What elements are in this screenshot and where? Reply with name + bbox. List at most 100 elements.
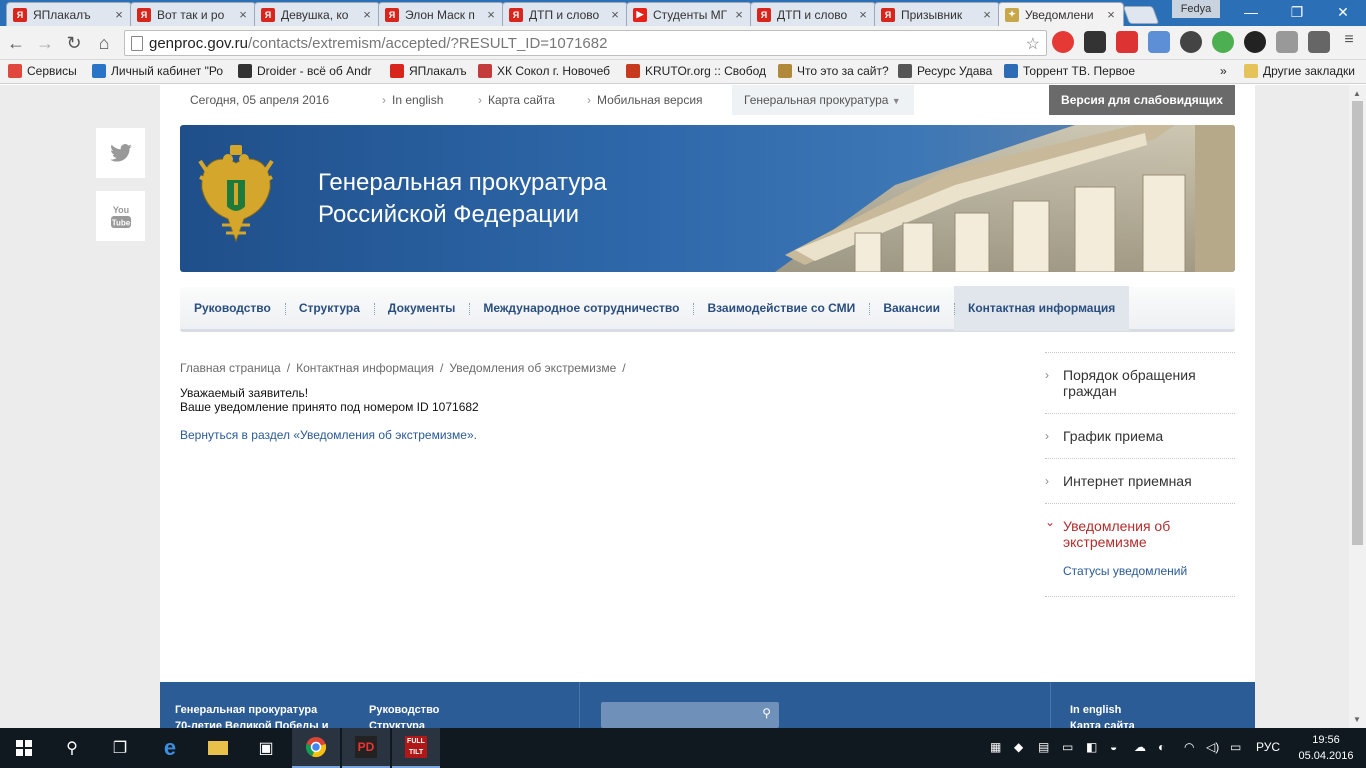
- close-icon[interactable]: ×: [237, 7, 249, 22]
- nav-item-contacts[interactable]: Контактная информация: [954, 285, 1130, 331]
- task-view-icon[interactable]: ❐: [96, 728, 144, 768]
- bookmark-item[interactable]: ХК Сокол г. Новочеб: [478, 64, 610, 78]
- bookmark-item[interactable]: Ресурс Удава: [898, 64, 992, 78]
- browser-tab[interactable]: Я Вот так и ро ×: [130, 2, 256, 26]
- volume-icon[interactable]: ◁): [1206, 740, 1219, 754]
- close-icon[interactable]: ×: [1105, 7, 1117, 22]
- nav-item-international[interactable]: Международное сотрудничество: [469, 286, 693, 331]
- close-icon[interactable]: ×: [733, 7, 745, 22]
- minimize-icon[interactable]: —: [1228, 0, 1274, 24]
- nav-item-media[interactable]: Взаимодействие со СМИ: [693, 286, 869, 331]
- side-item-appeal-order[interactable]: Порядок обращения граждан: [1045, 352, 1235, 413]
- side-subitem-statuses[interactable]: Статусы уведомлений: [1045, 564, 1235, 596]
- tray-app-icon[interactable]: ◒: [1110, 740, 1117, 754]
- browser-tab[interactable]: ▶ Студенты МГ ×: [626, 2, 752, 26]
- forward-icon[interactable]: →: [33, 31, 57, 55]
- sync-icon[interactable]: [1180, 31, 1202, 53]
- browser-tab[interactable]: Я ДТП и слово ×: [750, 2, 876, 26]
- mail-icon[interactable]: [1116, 31, 1138, 53]
- loop-icon[interactable]: [1244, 31, 1266, 53]
- browser-tab[interactable]: Я Призывник ×: [874, 2, 1000, 26]
- footer-link[interactable]: 70-летие Великой Победы и: [175, 718, 328, 728]
- tray-app-icon[interactable]: ▤: [1038, 740, 1049, 754]
- youtube-icon[interactable]: You Tube: [96, 191, 145, 241]
- bookmark-item[interactable]: Сервисы: [8, 64, 77, 78]
- close-icon[interactable]: ×: [857, 7, 869, 22]
- side-item-internet-reception[interactable]: Интернет приемная: [1045, 458, 1235, 503]
- wifi-icon[interactable]: ◠: [1184, 740, 1194, 754]
- browser-tab[interactable]: Я Девушка, ко ×: [254, 2, 380, 26]
- star-icon[interactable]: ☆: [1026, 34, 1040, 54]
- play-icon[interactable]: [1212, 31, 1234, 53]
- windows-start-icon[interactable]: [0, 728, 48, 768]
- accessible-version-button[interactable]: Версия для слабовидящих: [1049, 85, 1235, 115]
- close-icon[interactable]: ×: [981, 7, 993, 22]
- side-item-reception-schedule[interactable]: График приема: [1045, 413, 1235, 458]
- breadcrumb-home[interactable]: Главная страница: [180, 361, 281, 375]
- language-indicator[interactable]: РУС: [1256, 740, 1280, 754]
- footer-link[interactable]: Руководство: [369, 702, 439, 718]
- bookmark-item[interactable]: Торрент ТВ. Первое: [1004, 64, 1135, 78]
- store-icon[interactable]: ▣: [242, 728, 290, 768]
- search-icon[interactable]: ⚲: [48, 728, 96, 768]
- close-icon[interactable]: ×: [609, 7, 621, 22]
- cloud-icon[interactable]: ☁: [1134, 740, 1146, 754]
- notifications-icon[interactable]: ▭: [1230, 740, 1241, 754]
- twitter-icon[interactable]: [96, 128, 145, 178]
- mobile-version-link[interactable]: Мобильная версия: [587, 93, 703, 107]
- scrollbar-thumb[interactable]: [1352, 101, 1363, 545]
- close-icon[interactable]: ×: [113, 7, 125, 22]
- app-pd-icon[interactable]: PD: [342, 728, 390, 768]
- nav-item-structure[interactable]: Структура: [284, 286, 374, 331]
- other-bookmarks[interactable]: Другие закладки: [1244, 64, 1355, 78]
- file-explorer-icon[interactable]: [194, 728, 242, 768]
- opera-icon[interactable]: [1052, 31, 1074, 53]
- bookmark-item[interactable]: Личный кабинет "Ро: [92, 64, 223, 78]
- breadcrumb-extremism[interactable]: Уведомления об экстремизме: [449, 361, 616, 375]
- browser-tab[interactable]: Я ДТП и слово ×: [502, 2, 628, 26]
- bookmark-item[interactable]: Droider - всё об Andr: [238, 64, 372, 78]
- footer-link[interactable]: Карта сайта: [1070, 718, 1135, 728]
- browser-tab[interactable]: Я Элон Маск п ×: [378, 2, 504, 26]
- footer-search-input[interactable]: ⚲: [601, 702, 779, 728]
- breadcrumb-contacts[interactable]: Контактная информация: [296, 361, 434, 375]
- tray-app-icon[interactable]: ◆: [1014, 740, 1023, 754]
- keyboard-icon[interactable]: ▦: [990, 740, 1001, 754]
- extension-icon[interactable]: [1308, 31, 1330, 53]
- search-icon[interactable]: ⚲: [762, 706, 771, 720]
- tray-app-icon[interactable]: ▭: [1062, 740, 1073, 754]
- phone-icon[interactable]: [1084, 31, 1106, 53]
- side-item-extremism[interactable]: Уведомления об экстремизме: [1045, 503, 1235, 564]
- nav-item-documents[interactable]: Документы: [373, 286, 469, 331]
- scroll-up-icon[interactable]: ▲: [1353, 89, 1361, 98]
- footer-link[interactable]: In english: [1070, 702, 1135, 718]
- reload-icon[interactable]: ↻: [62, 31, 86, 55]
- address-bar[interactable]: genproc.gov.ru/contacts/extremism/accept…: [124, 30, 1047, 56]
- site-banner[interactable]: Генеральная прокуратура Российской Федер…: [180, 125, 1235, 272]
- footer-link[interactable]: Структура: [369, 718, 439, 728]
- close-icon[interactable]: ×: [361, 7, 373, 22]
- close-window-icon[interactable]: ✕: [1320, 0, 1366, 24]
- close-icon[interactable]: ×: [485, 7, 497, 22]
- new-tab-button[interactable]: [1122, 6, 1160, 24]
- vertical-scrollbar[interactable]: ▲ ▼: [1349, 85, 1366, 728]
- bookmark-item[interactable]: KRUTOr.org :: Свобод: [626, 64, 766, 78]
- browser-tab[interactable]: Я ЯПлакалъ ×: [6, 2, 132, 26]
- sitemap-link[interactable]: Карта сайта: [478, 93, 555, 107]
- nav-item-vacancies[interactable]: Вакансии: [869, 286, 954, 331]
- in-english-link[interactable]: In english: [382, 93, 443, 107]
- chrome-icon[interactable]: [292, 728, 340, 768]
- bookmark-item[interactable]: Что это за сайт?: [778, 64, 889, 78]
- organization-dropdown[interactable]: Генеральная прокуратура ▼: [732, 85, 914, 115]
- tray-app-icon[interactable]: ◧: [1086, 740, 1097, 754]
- bookmark-item[interactable]: ЯПлакалъ: [390, 64, 467, 78]
- camera-icon[interactable]: [1276, 31, 1298, 53]
- profile-button[interactable]: Fedya: [1172, 0, 1220, 18]
- system-clock[interactable]: 19:56 05.04.2016: [1296, 732, 1356, 764]
- calendar-icon[interactable]: [1148, 31, 1170, 53]
- restore-icon[interactable]: ❐: [1274, 0, 1320, 24]
- browser-tab-active[interactable]: ✦ Уведомлени ×: [998, 2, 1124, 26]
- tray-app-icon[interactable]: ◐: [1158, 740, 1165, 754]
- bookmarks-more[interactable]: »: [1220, 64, 1227, 78]
- back-to-section-link[interactable]: Вернуться в раздел «Уведомления об экстр…: [180, 428, 477, 442]
